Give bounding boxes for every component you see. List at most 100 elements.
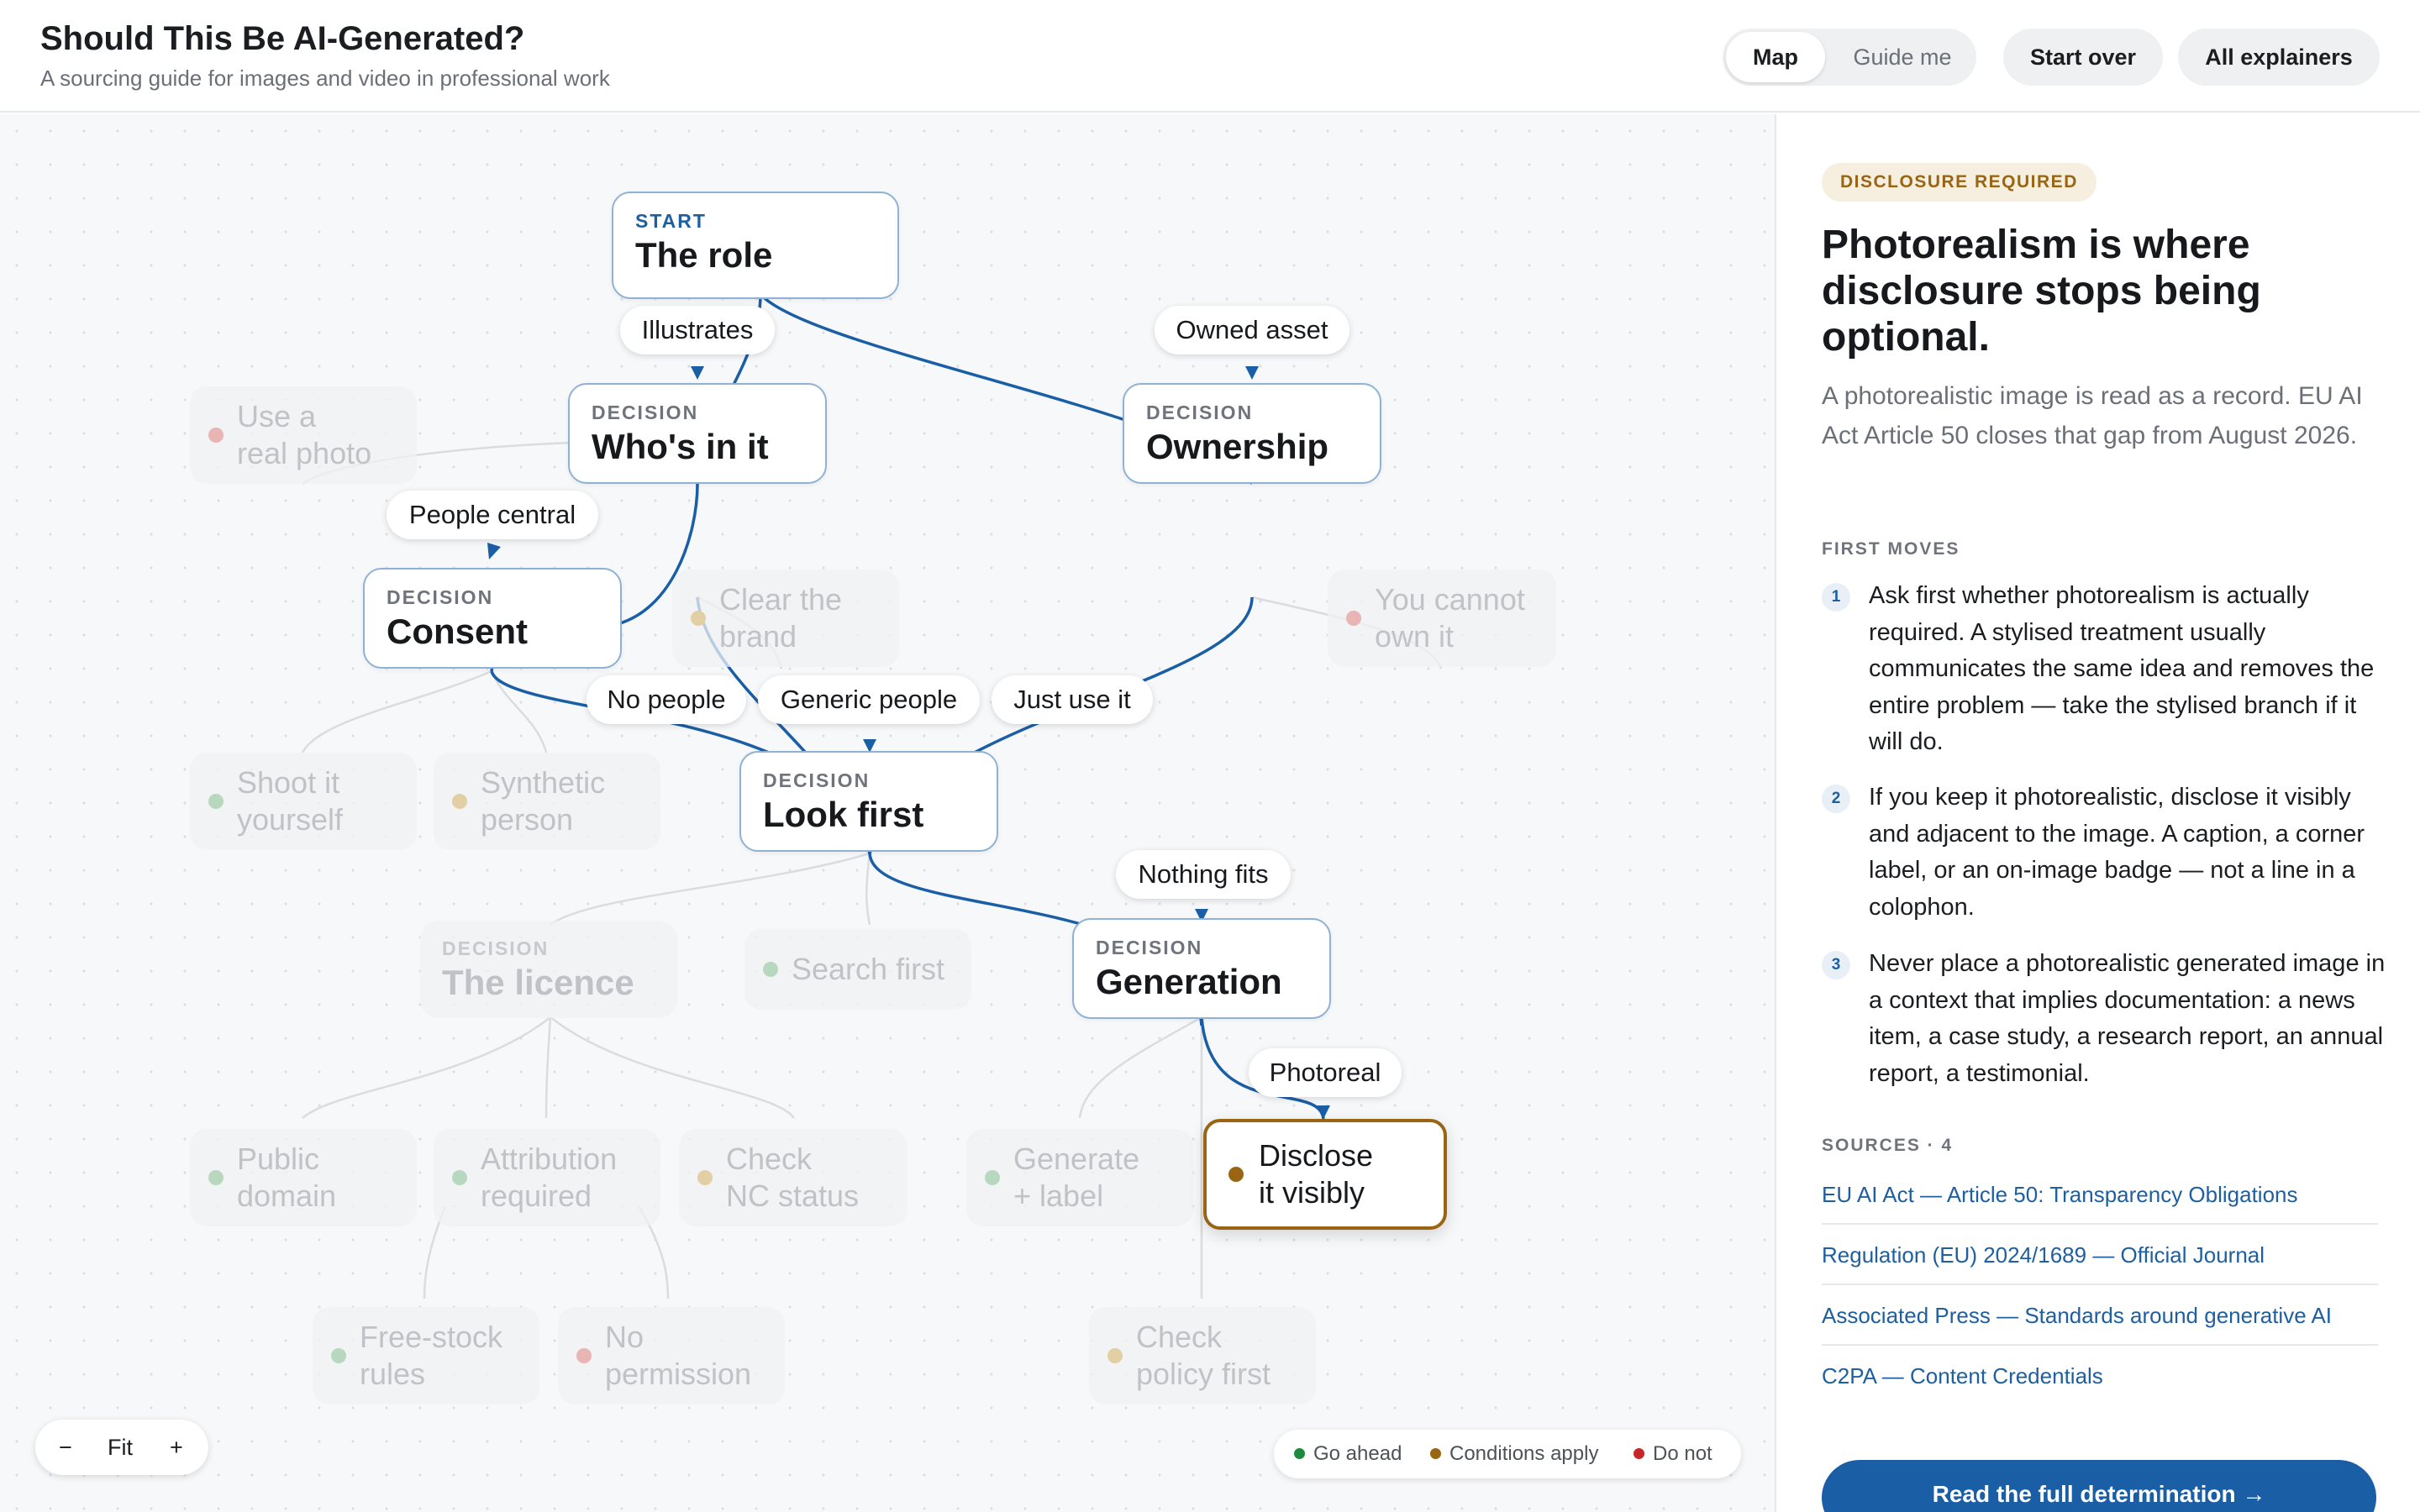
node-title: Who's in it [592,427,769,466]
move-item: 3 Never place a photorealistic generated… [1822,946,2393,1097]
edge-look-search [865,853,871,926]
edge-label-owned-asset: Owned asset [1155,306,1349,354]
status-dot [691,611,706,626]
leaf-free-stock-rules[interactable]: Free-stock rules [313,1307,539,1404]
leaf-clear-the-brand[interactable]: Clear the brand [672,570,899,667]
leaf-search-first[interactable]: Search first [744,929,971,1010]
source-link[interactable]: C2PA — Content Credentials [1822,1346,2378,1406]
leaf-public-domain[interactable]: Public domain [190,1129,417,1226]
sources-heading: SOURCES · 4 [1822,1136,1954,1155]
status-dot [1107,1348,1123,1363]
status-dot [208,1170,224,1185]
zoom-fit-button[interactable]: Fit [108,1420,133,1475]
legend-conditions-apply: Conditions apply [1430,1430,1598,1478]
move-item: 2 If you keep it photorealistic, disclos… [1822,780,2393,931]
leaf-attribution-required[interactable]: Attribution required [434,1129,660,1226]
edge-label-nothing-fits: Nothing fits [1116,850,1291,899]
edge-consent-shoot [301,669,492,753]
leaf-label: Disclose it visibly [1259,1138,1374,1210]
view-guide-button[interactable]: Guide me [1832,32,1973,82]
source-link[interactable]: Regulation (EU) 2024/1689 — Official Jou… [1822,1225,2378,1285]
leaf-cannot-own-it[interactable]: You cannot own it [1328,570,1556,667]
zoom-out-button[interactable]: − [59,1420,72,1475]
node-kicker: START [635,210,707,232]
status-dot [1346,611,1361,626]
edge-consent-synthetic [490,670,548,753]
status-dot [452,1170,467,1185]
source-link[interactable]: EU AI Act — Article 50: Transparency Obl… [1822,1164,2378,1225]
zoom-controls: − Fit + [35,1420,208,1475]
leaf-shoot-it-yourself[interactable]: Shoot it yourself [190,753,417,850]
node-kicker: DECISION [442,937,550,959]
map-legend: Go ahead Conditions apply Do not [1274,1430,1741,1478]
node-title: Generation [1096,962,1282,1001]
start-over-button[interactable]: Start over [2003,29,2163,86]
leaf-use-real-photo[interactable]: Use a real photo [190,386,417,484]
move-number: 2 [1822,785,1850,813]
leaf-label: Synthetic person [481,765,606,837]
source-link[interactable]: Associated Press — Standards around gene… [1822,1285,2378,1346]
node-kicker: DECISION [387,586,494,608]
zoom-in-button[interactable]: + [170,1420,183,1475]
leaf-label: Clear the brand [719,582,843,654]
app-header: Should This Be AI-Generated? A sourcing … [0,0,2420,113]
node-kicker: DECISION [1146,402,1254,423]
leaf-label: Generate + label [1013,1142,1140,1213]
leaf-label: Search first [792,952,945,986]
leaf-disclose-it-visibly[interactable]: Disclose it visibly [1203,1119,1447,1230]
leaf-check-nc-status[interactable]: Check NC status [679,1129,908,1226]
legend-dot [1634,1448,1644,1459]
leaf-label: Attribution required [481,1142,618,1213]
edge-licence-public [302,1016,551,1119]
leaf-no-permission[interactable]: No permission [558,1307,785,1404]
node-title: The role [635,235,773,275]
leaf-check-policy-first[interactable]: Check policy first [1089,1307,1316,1404]
status-dot [576,1348,592,1363]
edge-label-no-people: No people [587,675,746,724]
app-subtitle: A sourcing guide for images and video in… [40,66,610,91]
status-dot [208,428,224,443]
legend-go-ahead: Go ahead [1294,1430,1402,1478]
node-generation[interactable]: DECISION Generation [1072,918,1331,1019]
move-number: 1 [1822,583,1850,612]
node-kicker: DECISION [763,769,871,791]
read-determination-button[interactable]: Read the full determination → [1822,1460,2376,1512]
node-the-licence[interactable]: DECISION The licence [420,921,677,1018]
move-text: Ask first whether photorealism is actual… [1869,582,2375,755]
edge-label-illustrates: Illustrates [620,306,775,354]
node-look-first[interactable]: DECISION Look first [739,751,998,852]
move-number: 3 [1822,951,1850,979]
status-dot [1228,1167,1244,1182]
leaf-label: Free-stock rules [360,1320,503,1391]
status-dot [331,1348,346,1363]
edge-licence-nc [550,1016,796,1119]
leaf-synthetic-person[interactable]: Synthetic person [434,753,660,850]
node-the-role[interactable]: START The role [612,192,899,299]
node-whos-in-it[interactable]: DECISION Who's in it [568,383,827,484]
app-title: Should This Be AI-Generated? [40,20,525,57]
legend-dot [1294,1448,1305,1459]
node-kicker: DECISION [1096,937,1203,958]
edge-licence-attribution [544,1016,552,1119]
view-toggle: Map Guide me [1723,29,1976,86]
leaf-label: Shoot it yourself [237,765,344,837]
edge-label-people-central: People central [387,491,598,539]
edge-label-just-use-it: Just use it [992,675,1153,724]
all-explainers-button[interactable]: All explainers [2178,29,2380,86]
node-ownership[interactable]: DECISION Ownership [1123,383,1381,484]
view-map-button[interactable]: Map [1726,32,1825,82]
leaf-label: No permission [605,1320,752,1391]
decision-map-canvas[interactable]: START The role DECISION Who's in it DECI… [0,114,1775,1512]
leaf-label: You cannot own it [1375,582,1525,654]
panel-description: A photorealistic image is read as a reco… [1822,382,2363,449]
legend-dot [1430,1448,1441,1459]
node-title: The licence [442,963,634,1002]
move-text: If you keep it photorealistic, disclose … [1869,784,2365,921]
leaf-generate-label[interactable]: Generate + label [966,1129,1193,1226]
determination-panel: DISCLOSURE REQUIRED Photorealism is wher… [1775,114,2420,1512]
status-badge: DISCLOSURE REQUIRED [1822,163,2096,202]
node-title: Consent [387,612,528,651]
node-consent[interactable]: DECISION Consent [363,568,622,669]
leaf-label: Public domain [237,1142,337,1213]
edge-look-licence [550,852,871,926]
